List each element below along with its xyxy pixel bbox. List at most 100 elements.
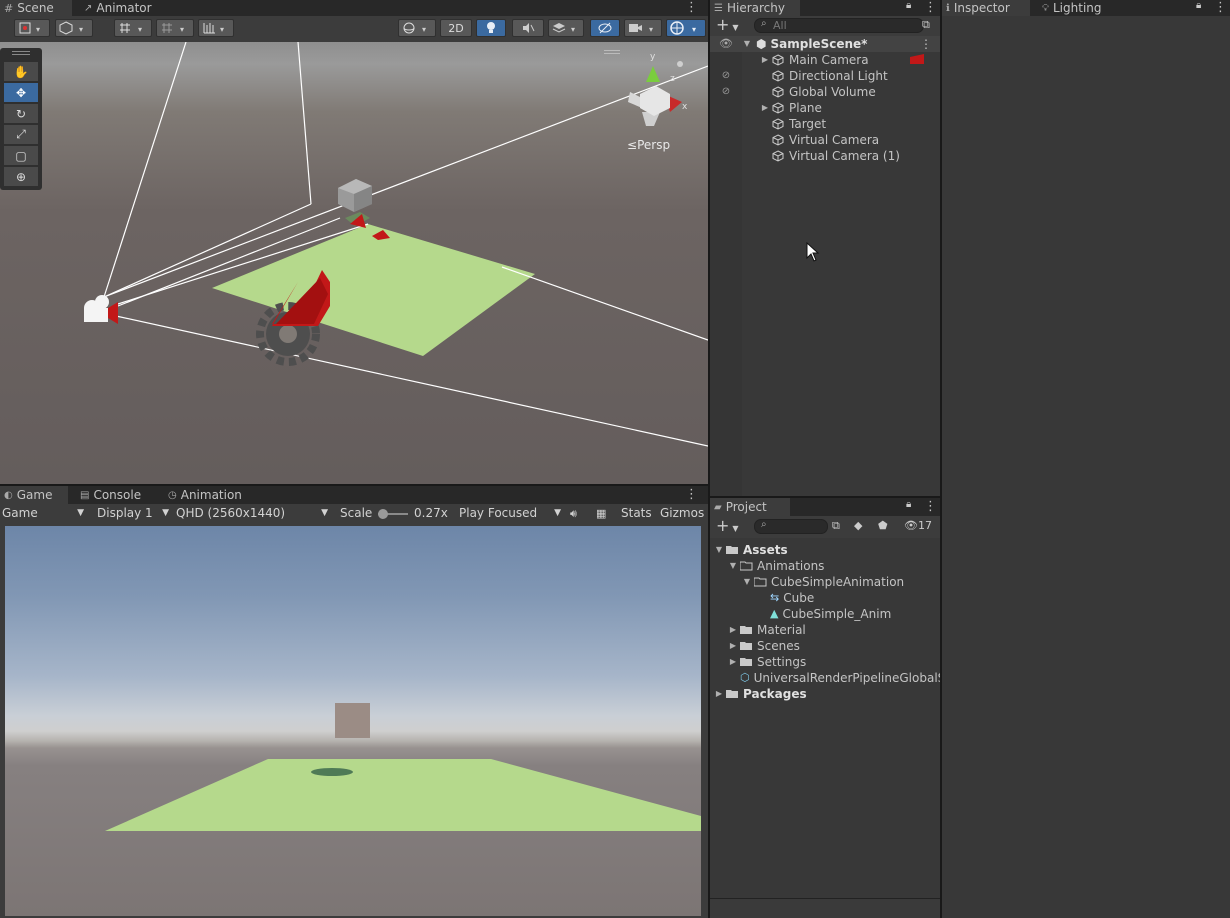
expand-arrow-icon[interactable]: ▶ <box>760 52 770 68</box>
hand-tool-button[interactable]: ✋ <box>4 62 38 81</box>
game-more-icon[interactable]: ⋮ <box>685 487 698 502</box>
scene-more-icon[interactable]: ⋮ <box>920 36 932 52</box>
tab-animator-label: Animator <box>96 0 152 15</box>
tab-animator[interactable]: ↗ Animator <box>80 0 160 16</box>
tab-lighting[interactable]: 💡︎ Lighting <box>1038 0 1110 16</box>
expand-arrow-icon[interactable]: ▶ <box>714 686 724 702</box>
scene-more-icon[interactable]: ⋮ <box>685 0 698 15</box>
expand-arrow-icon[interactable]: ▶ <box>728 654 738 670</box>
hierarchy-more-icon[interactable]: ⋮ <box>924 0 937 15</box>
project-add-button[interactable]: + ▼ <box>716 517 739 538</box>
mute-audio-button[interactable]: 🔊︎ <box>570 504 586 522</box>
game-viewport[interactable] <box>5 526 701 916</box>
grid-snap-dropdown[interactable]: ▾ <box>114 19 152 37</box>
hierarchy-item-virtual-camera[interactable]: Virtual Camera <box>772 132 879 148</box>
tree-item-assets[interactable]: ▼ Assets <box>714 542 788 558</box>
expand-arrow-icon[interactable]: ▼ <box>742 574 752 590</box>
filter-by-type-icon[interactable]: ◆ <box>854 519 862 532</box>
open-folder-icon <box>726 546 738 554</box>
tab-hierarchy[interactable]: ☰ Hierarchy <box>710 0 800 16</box>
effects-dropdown[interactable]: ▾ <box>548 19 584 37</box>
inspector-more-icon[interactable]: ⋮ <box>1214 0 1227 15</box>
project-lock-icon[interactable]: 🔒︎ <box>906 499 911 510</box>
inspector-lock-icon[interactable]: 🔒︎ <box>1196 0 1201 11</box>
svg-text:▾: ▾ <box>649 25 653 34</box>
expand-arrow-icon[interactable]: ▼ <box>742 36 752 52</box>
scale-icon: ⤢ <box>16 127 26 141</box>
tab-inspector[interactable]: ℹ Inspector <box>942 0 1030 16</box>
tab-animation[interactable]: ◷ Animation <box>164 486 250 504</box>
game-render <box>105 703 701 831</box>
expand-arrow-icon[interactable]: ▼ <box>728 558 738 574</box>
tree-item-animations[interactable]: ▼ Animations <box>728 558 825 574</box>
camera-settings-dropdown[interactable]: ▾ <box>624 19 662 37</box>
tree-item-packages[interactable]: ▶ Packages <box>714 686 807 702</box>
hierarchy-add-button[interactable]: + ▼ <box>716 16 739 37</box>
hierarchy-item-label: Plane <box>789 101 822 115</box>
project-more-icon[interactable]: ⋮ <box>924 499 937 514</box>
audio-toggle-button[interactable] <box>512 19 544 37</box>
expand-arrow-icon[interactable]: ▼ <box>714 542 724 558</box>
hierarchy-item-directional-light[interactable]: ⊘ Directional Light <box>710 68 888 84</box>
scene-viewport[interactable]: ✋ ✥ ↻ ⤢ ▢ ⊕ y z x ≤Persp <box>0 42 708 484</box>
project-search-input[interactable]: ⌕ <box>754 519 828 534</box>
hierarchy-item-target[interactable]: Target <box>772 116 826 132</box>
shading-dropdown[interactable]: ▾ <box>55 19 93 37</box>
scene-row[interactable]: 👁︎ ▼ ⬢ SampleScene* ⋮ <box>710 36 940 52</box>
scene-visibility-button[interactable] <box>590 19 620 37</box>
render-mode-dropdown[interactable]: ▾ <box>398 19 436 37</box>
hierarchy-item-plane[interactable]: ▶ Plane <box>760 100 822 116</box>
game-view-select[interactable]: Game ▼ <box>2 504 86 522</box>
hidden-eye-icon[interactable]: ⊘ <box>710 84 742 100</box>
expand-arrow-icon[interactable]: ▶ <box>760 100 770 116</box>
increment-snap-dropdown[interactable]: ▾ <box>198 19 234 37</box>
lighting-toggle-button[interactable] <box>476 19 506 37</box>
stats-button[interactable]: Stats <box>621 504 652 522</box>
scale-tool-button[interactable]: ⤢ <box>4 125 38 144</box>
scene-drawing <box>84 42 708 447</box>
tab-scene[interactable]: # Scene <box>0 0 72 16</box>
tree-item-cube-controller[interactable]: ⇆ Cube <box>770 590 814 606</box>
hierarchy-lock-icon[interactable]: 🔒︎ <box>906 0 911 11</box>
tab-project[interactable]: ▰ Project <box>710 498 790 516</box>
hidden-eye-icon[interactable]: ⊘ <box>710 68 742 84</box>
search-by-type-icon[interactable]: ⧉ <box>922 18 930 32</box>
play-focus-select[interactable]: Play Focused ▼ <box>459 504 563 522</box>
draw-mode-dropdown[interactable]: ▾ <box>14 19 50 37</box>
hierarchy-item-global-volume[interactable]: ⊘ Global Volume <box>710 84 876 100</box>
hidden-packages-toggle[interactable]: 👁︎17 <box>904 519 932 532</box>
overlay-grip[interactable] <box>12 51 30 55</box>
visibility-eye-icon[interactable]: 👁︎ <box>710 36 742 52</box>
tree-item-scenes[interactable]: ▶ Scenes <box>728 638 800 654</box>
search-by-type-icon[interactable]: ⧉ <box>832 519 840 533</box>
rect-tool-button[interactable]: ▢ <box>4 146 38 165</box>
expand-arrow-icon[interactable]: ▶ <box>728 638 738 654</box>
scale-slider-handle[interactable] <box>378 509 388 519</box>
projection-toggle[interactable]: ≤Persp <box>627 138 670 152</box>
gizmos-dropdown[interactable]: ▾ <box>666 19 706 37</box>
transform-tool-button[interactable]: ⊕ <box>4 167 38 186</box>
scale-slider[interactable] <box>378 509 408 519</box>
tree-item-cubesimpleanimation[interactable]: ▼ CubeSimpleAnimation <box>742 574 904 590</box>
tab-game[interactable]: ◐ Game <box>0 486 68 504</box>
keyboard-button[interactable]: ▦ <box>596 504 612 522</box>
tree-item-settings[interactable]: ▶ Settings <box>728 654 806 670</box>
filter-by-label-icon[interactable]: ⬟ <box>878 519 888 532</box>
grid-visibility-dropdown[interactable]: ▾ <box>156 19 194 37</box>
hierarchy-item-main-camera[interactable]: ▶ Main Camera <box>760 52 869 68</box>
resolution-select[interactable]: QHD (2560x1440) ▼ <box>176 504 330 522</box>
tree-item-material[interactable]: ▶ Material <box>728 622 806 638</box>
game-gizmos-button[interactable]: Gizmos <box>660 504 704 522</box>
mode-2d-button[interactable]: 2D <box>440 19 472 37</box>
hierarchy-item-virtual-camera-1[interactable]: Virtual Camera (1) <box>772 148 900 164</box>
play-focus-select-value: Play Focused <box>459 506 538 520</box>
overlay-menu-grip[interactable] <box>604 50 620 54</box>
move-tool-button[interactable]: ✥ <box>4 83 38 102</box>
tree-item-cubesimple-anim[interactable]: ▲ CubeSimple_Anim <box>770 606 891 622</box>
rotate-tool-button[interactable]: ↻ <box>4 104 38 123</box>
hierarchy-search-input[interactable]: ⌕ All <box>754 18 924 33</box>
tab-console[interactable]: ▤ Console <box>76 486 149 504</box>
expand-arrow-icon[interactable]: ▶ <box>728 622 738 638</box>
tree-item-urp-global-settings[interactable]: ⬡ UniversalRenderPipelineGlobalSettings <box>740 670 940 686</box>
display-select[interactable]: Display 1 ▼ <box>97 504 171 522</box>
